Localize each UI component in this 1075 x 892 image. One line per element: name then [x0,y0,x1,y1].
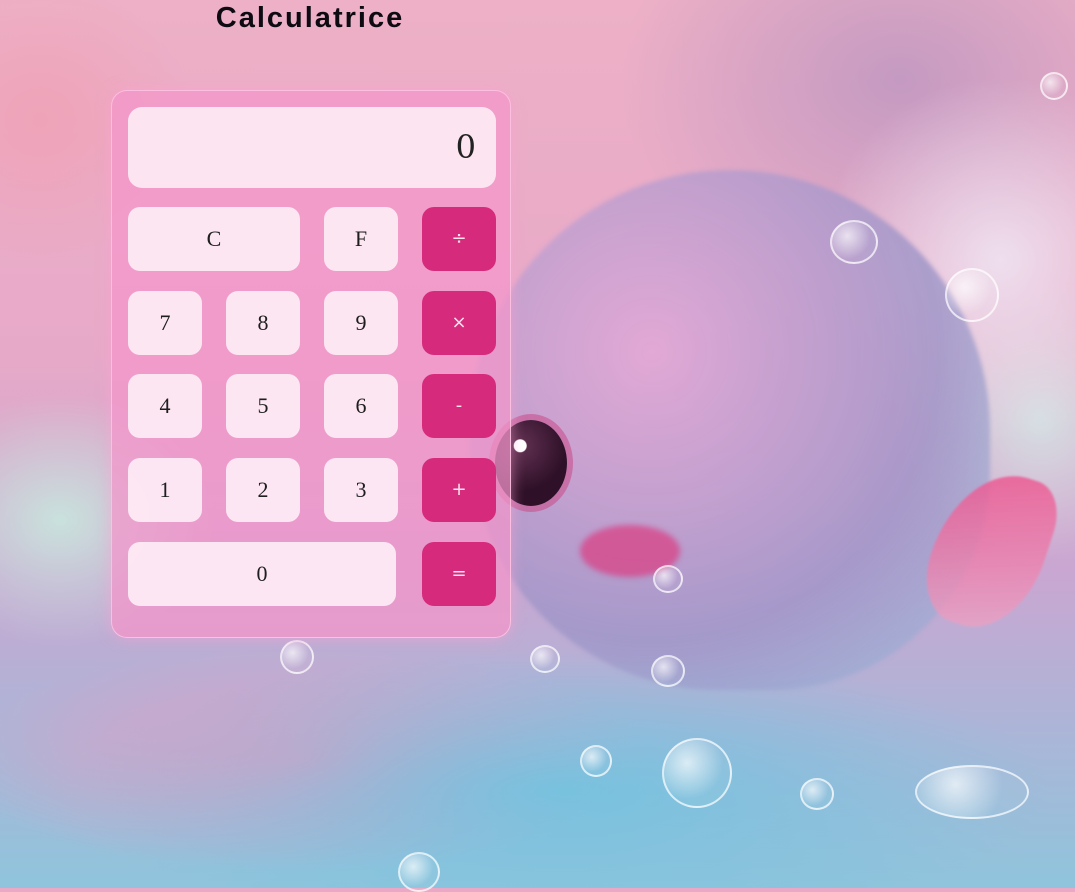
equals-button[interactable]: = [422,542,496,606]
digit-5-button[interactable]: 5 [226,374,300,438]
plus-button[interactable]: + [422,458,496,522]
f-button[interactable]: F [324,207,398,271]
digit-3-button[interactable]: 3 [324,458,398,522]
multiply-button[interactable]: × [422,291,496,355]
bubble [945,268,999,322]
digit-7-button[interactable]: 7 [128,291,202,355]
bubble [915,765,1029,819]
calculator-panel: 0 C F ÷ 7 8 9 × 4 5 6 - 1 2 3 + 0 = [111,90,511,638]
bubble [580,745,612,777]
calculator-display: 0 [128,107,496,188]
bubble [800,778,834,810]
page-title: Calculatrice [215,2,405,34]
digit-9-button[interactable]: 9 [324,291,398,355]
divide-button[interactable]: ÷ [422,207,496,271]
digit-4-button[interactable]: 4 [128,374,202,438]
bubble [651,655,685,687]
bubble [830,220,878,264]
digit-6-button[interactable]: 6 [324,374,398,438]
digit-0-button[interactable]: 0 [128,542,396,606]
bubble [662,738,732,808]
digit-1-button[interactable]: 1 [128,458,202,522]
digit-2-button[interactable]: 2 [226,458,300,522]
bubble [398,852,440,892]
minus-button[interactable]: - [422,374,496,438]
bubble [653,565,683,593]
bubble [1040,72,1068,100]
clear-button[interactable]: C [128,207,300,271]
bubble [280,640,314,674]
digit-8-button[interactable]: 8 [226,291,300,355]
bubble [530,645,560,673]
